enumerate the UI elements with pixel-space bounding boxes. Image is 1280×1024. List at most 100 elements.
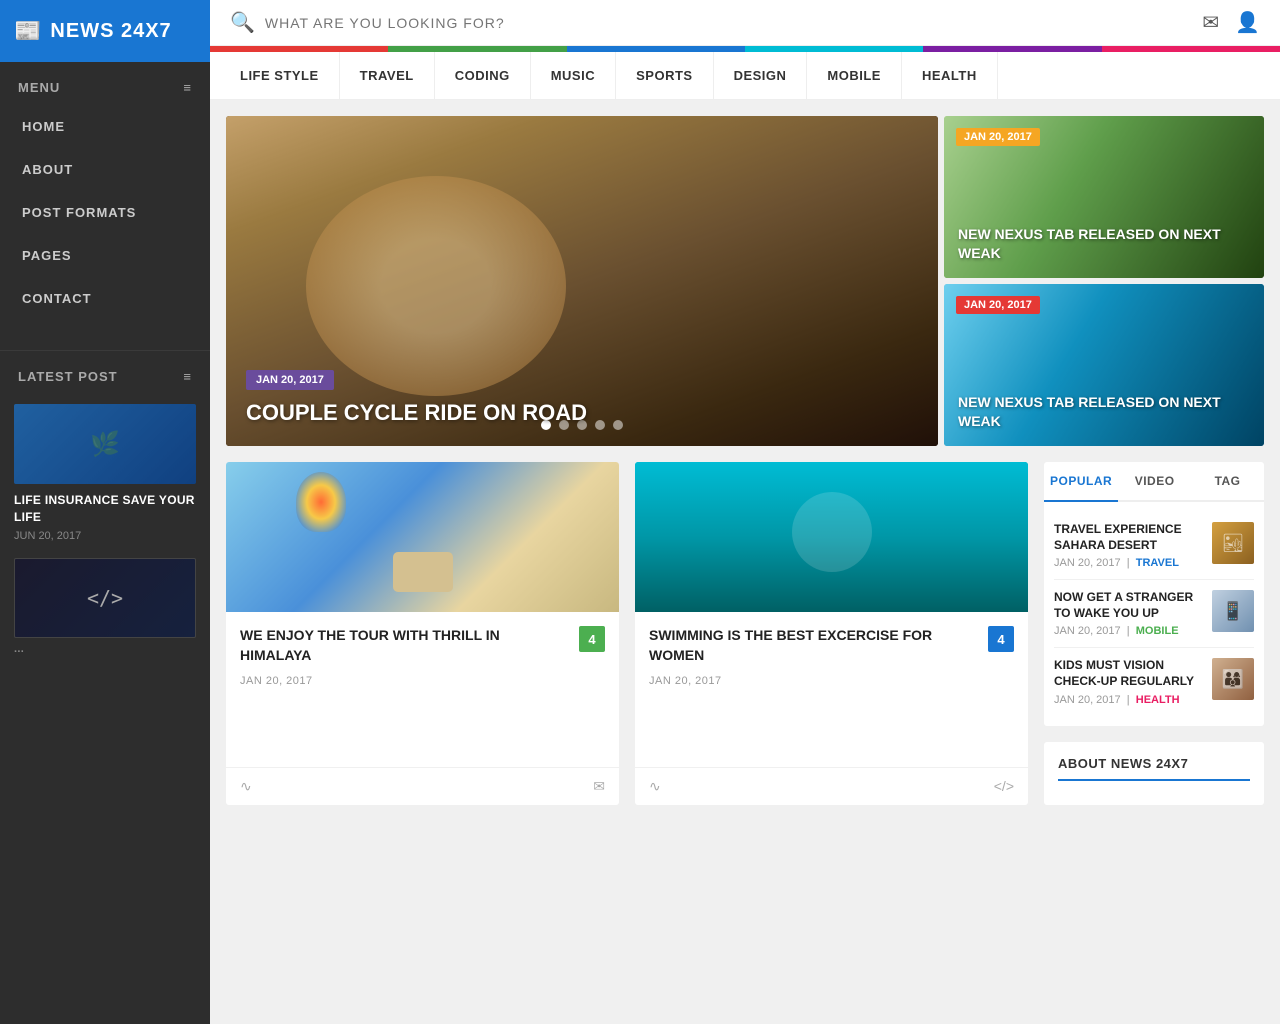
article-1-title: WE ENJOY THE TOUR WITH THRILL IN HIMALAY… [240,626,571,665]
post1-date: JUN 20, 2017 [14,530,196,542]
about-title: ABOUT NEWS 24X7 [1058,756,1250,781]
popular-item-3-text: KIDS MUST VISION CHECK-UP REGULARLY JAN … [1054,658,1202,705]
sidebar-latest-posts: 🌿 LIFE INSURANCE SAVE YOUR LIFE JUN 20, … [0,394,210,687]
popular-item-1-category: TRAVEL [1136,557,1179,569]
menu-label: MENU [18,80,60,95]
menu-hamburger-icon: ≡ [183,80,192,95]
sidebar-item-home[interactable]: HOME [0,105,210,148]
hero-side: JAN 20, 2017 NEW NEXUS TAB RELEASED ON N… [944,116,1264,446]
hero-main-card: JAN 20, 2017 COUPLE CYCLE RIDE ON ROAD [226,116,938,446]
popular-item-1-thumb: 🏜 [1212,522,1254,564]
hero-side-title-2: NEW NEXUS TAB RELEASED ON NEXT WEAK [958,393,1250,432]
tab-popular[interactable]: POPULAR [1044,462,1118,502]
hero-dot-4[interactable] [595,420,605,430]
nav-lifestyle[interactable]: LIFE STYLE [220,52,340,99]
popular-item-2-date: JAN 20, 2017 [1054,625,1121,637]
article-1-title-row: WE ENJOY THE TOUR WITH THRILL IN HIMALAY… [240,626,605,665]
hero-main-bg: JAN 20, 2017 COUPLE CYCLE RIDE ON ROAD [226,116,938,446]
hero-dot-5[interactable] [613,420,623,430]
bookmark-icon[interactable]: ✉ [593,778,605,795]
article-2-count: 4 [988,626,1014,652]
nav-coding[interactable]: CODING [435,52,531,99]
search-input[interactable] [265,15,1192,31]
popular-item-3-title: KIDS MUST VISION CHECK-UP REGULARLY [1054,658,1202,689]
nav-sports[interactable]: SPORTS [616,52,713,99]
article-card-2: SWIMMING IS THE BEST EXCERCISE FOR WOMEN… [635,462,1028,805]
sidebar-item-post-formats[interactable]: POST FORMATS [0,191,210,234]
share-icon-2[interactable]: ∿ [649,778,661,795]
sidebar-post-2: </> ... [14,558,196,661]
nav-health[interactable]: HEALTH [902,52,998,99]
popular-item-1-meta: JAN 20, 2017 | TRAVEL [1054,557,1202,569]
popular-item-3: KIDS MUST VISION CHECK-UP REGULARLY JAN … [1054,648,1254,715]
tabs-card: POPULAR VIDEO TAG TRAVEL EXPERIENCE SAHA… [1044,462,1264,726]
sidebar-menu-header: MENU ≡ [0,62,210,105]
hero-date-badge: JAN 20, 2017 [246,370,334,390]
post1-icon: 🌿 [90,430,120,459]
article-2-title-row: SWIMMING IS THE BEST EXCERCISE FOR WOMEN… [649,626,1014,665]
sidebar-item-contact[interactable]: CONTACT [0,277,210,320]
popular-item-2-text: NOW GET A STRANGER TO WAKE YOU UP JAN 20… [1054,590,1202,637]
article-1-count: 4 [579,626,605,652]
mail-icon[interactable]: ✉ [1202,10,1219,35]
hero-section: JAN 20, 2017 COUPLE CYCLE RIDE ON ROAD J… [210,100,1280,462]
latest-post-label: LATEST POST [18,369,118,384]
main-content: 🔍 ✉ 👤 LIFE STYLE TRAVEL CODING MUSIC SPO… [210,0,1280,1024]
right-sidebar: POPULAR VIDEO TAG TRAVEL EXPERIENCE SAHA… [1044,462,1264,805]
content-area: WE ENJOY THE TOUR WITH THRILL IN HIMALAY… [210,462,1280,821]
tabs-header: POPULAR VIDEO TAG [1044,462,1264,502]
sidebar-nav: HOME ABOUT POST FORMATS PAGES CONTACT [0,105,210,340]
user-icon[interactable]: 👤 [1235,10,1260,35]
article-2-footer: ∿ </> [635,767,1028,805]
tab-video[interactable]: VIDEO [1118,462,1191,502]
logo: 📰 NEWS 24X7 [0,0,210,62]
nav-mobile[interactable]: MOBILE [807,52,902,99]
article-1-date: JAN 20, 2017 [240,675,605,687]
latest-post-icon: ≡ [183,369,192,384]
hero-side-title-1: NEW NEXUS TAB RELEASED ON NEXT WEAK [958,225,1250,264]
hero-main-title: COUPLE CYCLE RIDE ON ROAD [246,400,587,426]
hero-side-date-2: JAN 20, 2017 [956,296,1040,314]
popular-item-3-meta: JAN 20, 2017 | HEALTH [1054,694,1202,706]
article-2-body: SWIMMING IS THE BEST EXCERCISE FOR WOMEN… [635,612,1028,767]
code-icon[interactable]: </> [994,778,1014,795]
popular-item-2: NOW GET A STRANGER TO WAKE YOU UP JAN 20… [1054,580,1254,648]
share-icon[interactable]: ∿ [240,778,252,795]
popular-item-2-title: NOW GET A STRANGER TO WAKE YOU UP [1054,590,1202,621]
sidebar-item-about[interactable]: ABOUT [0,148,210,191]
popular-item-1-title: TRAVEL EXPERIENCE SAHARA DESERT [1054,522,1202,553]
about-card: ABOUT NEWS 24X7 [1044,742,1264,805]
popular-item-2-meta: JAN 20, 2017 | MOBILE [1054,625,1202,637]
header: 🔍 ✉ 👤 [210,0,1280,46]
article-card-1: WE ENJOY THE TOUR WITH THRILL IN HIMALAY… [226,462,619,805]
popular-item-2-thumb: 📱 [1212,590,1254,632]
article-2-title: SWIMMING IS THE BEST EXCERCISE FOR WOMEN [649,626,980,665]
sidebar-post-1: 🌿 LIFE INSURANCE SAVE YOUR LIFE JUN 20, … [14,404,196,542]
articles-grid: WE ENJOY THE TOUR WITH THRILL IN HIMALAY… [226,462,1028,805]
sidebar-item-pages[interactable]: PAGES [0,234,210,277]
nav-design[interactable]: DESIGN [714,52,808,99]
article-2-date: JAN 20, 2017 [649,675,1014,687]
logo-icon: 📰 [14,18,42,44]
article-1-body: WE ENJOY THE TOUR WITH THRILL IN HIMALAY… [226,612,619,767]
hero-main-content: JAN 20, 2017 COUPLE CYCLE RIDE ON ROAD [246,370,587,426]
popular-item-3-category: HEALTH [1136,694,1180,706]
hero-side-bg-1: JAN 20, 2017 NEW NEXUS TAB RELEASED ON N… [944,116,1264,278]
tab-tag[interactable]: TAG [1191,462,1264,502]
article-1-footer: ∿ ✉ [226,767,619,805]
popular-item-1: TRAVEL EXPERIENCE SAHARA DESERT JAN 20, … [1054,512,1254,580]
latest-post-header: LATEST POST ≡ [0,350,210,394]
header-icons: ✉ 👤 [1202,10,1260,35]
search-icon: 🔍 [230,10,255,35]
popular-item-3-thumb: 👨‍👩‍👦 [1212,658,1254,700]
article-1-image [226,462,619,612]
logo-text: NEWS 24X7 [50,20,171,43]
popular-item-1-date: JAN 20, 2017 [1054,557,1121,569]
post2-title: ... [14,642,196,657]
hero-side-card-2: JAN 20, 2017 NEW NEXUS TAB RELEASED ON N… [944,284,1264,446]
popular-item-2-category: MOBILE [1136,625,1179,637]
nav-travel[interactable]: TRAVEL [340,52,435,99]
nav-music[interactable]: MUSIC [531,52,616,99]
sidebar: 📰 NEWS 24X7 MENU ≡ HOME ABOUT POST FORMA… [0,0,210,1024]
hero-side-date-1: JAN 20, 2017 [956,128,1040,146]
